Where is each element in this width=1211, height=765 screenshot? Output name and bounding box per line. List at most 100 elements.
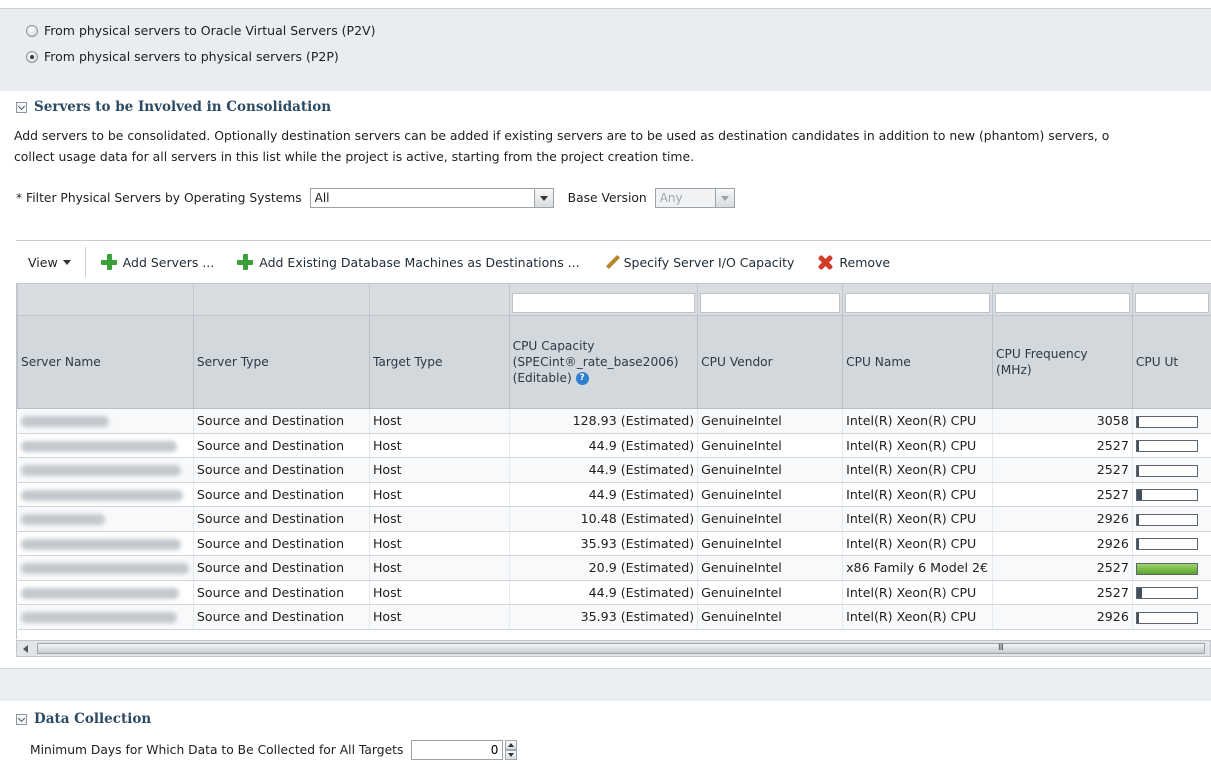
cpu-capacity-header-line-2: (SPECint®_rate_base2006) [512,355,679,369]
filter-cell [368,283,510,316]
min-days-row: Minimum Days for Which Data to Be Collec… [30,740,518,760]
cpu-util-bar-fill [1136,612,1139,623]
cpu-vendor-cell: GenuineIntel [697,555,844,581]
table-row[interactable]: Source and Destination Host 10.48 (Estimat… [17,506,1211,532]
add-servers-button[interactable]: Add Servers ... [100,253,215,271]
cpu-capacity-cell: 44.9 (Estimated) [509,457,699,483]
horizontal-scrollbar[interactable]: III [16,640,1211,657]
cpu-util-bar [1135,513,1198,526]
p2v-option[interactable]: From physical servers to Oracle Virtual … [26,23,375,38]
table-row[interactable]: Source and Destination Host 20.9 (Estimate… [17,555,1211,581]
specify-io-capacity-button[interactable]: Specify Server I/O Capacity [602,253,795,271]
cpu-frequency-cell: 2527 [992,482,1133,507]
chevron-down-icon[interactable] [533,189,553,207]
view-menu[interactable]: View [16,247,86,277]
base-version-value: Any [659,191,683,205]
p2v-radio[interactable] [26,24,38,37]
util-filter-input[interactable] [1134,292,1209,313]
min-days-label: Minimum Days for Which Data to Be Collec… [30,743,404,757]
target-type-cell: Host [369,433,510,458]
section-divider [0,668,1211,701]
redacted-server-name [20,465,181,477]
chevron-down-icon[interactable] [714,189,734,207]
cpu-util-bar-fill [1136,416,1139,427]
cpu-name-cell: Intel(R) Xeon(R) CPU [842,457,994,483]
conversion-options-panel: From physical servers to Oracle Virtual … [0,8,1211,91]
column-header-target-type[interactable]: Target Type [368,315,510,409]
cpu-frequency-header-line-1: CPU Frequency [996,347,1088,361]
server-name-cell [17,482,194,507]
column-header-cpu-frequency[interactable]: CPU Frequency (MHz) [992,315,1133,409]
cpu-name-cell: x86 Family 6 Model 2€ [842,555,994,581]
cpu-frequency-cell: 2527 [992,433,1133,458]
column-header-cpu-util[interactable]: CPU Ut [1131,315,1211,409]
collapse-icon[interactable] [16,713,27,725]
cpu-capacity-header-line-1: CPU Capacity [512,339,595,353]
filter-cell [697,283,844,316]
server-name-cell [17,408,194,434]
p2p-option[interactable]: From physical servers to physical server… [26,49,339,64]
servers-section-header[interactable]: Servers to be Involved in Consolidation [16,99,331,115]
collapse-icon[interactable] [16,101,27,113]
os-filter-row: * Filter Physical Servers by Operating S… [16,186,735,210]
server-type-cell: Source and Destination [193,580,370,605]
target-type-cell: Host [369,506,510,532]
cpu-util-bar [1135,464,1198,477]
server-name-cell [17,433,194,458]
data-collection-header[interactable]: Data Collection [16,711,151,727]
table-row[interactable]: Source and Destination Host 44.9 (Estimate… [17,433,1211,458]
remove-button[interactable]: Remove [816,253,890,271]
column-header-cpu-name[interactable]: CPU Name [842,315,994,409]
add-existing-machines-button[interactable]: Add Existing Database Machines as Destin… [236,253,580,271]
filter-row [17,283,1211,316]
os-filter-select[interactable]: All [309,188,554,208]
add-icon [100,253,118,271]
server-name-cell [17,555,194,581]
column-header-server-type[interactable]: Server Type [192,315,370,409]
cpu-capacity-cell: 44.9 (Estimated) [509,433,699,458]
cpu-frequency-header-line-2: (MHz) [996,363,1032,377]
capacity-filter-input[interactable] [511,292,696,313]
spin-down-icon[interactable] [505,750,518,760]
table-row[interactable]: Source and Destination Host 44.9 (Estimate… [17,482,1211,507]
cpu-vendor-cell: GenuineIntel [697,457,844,483]
cpu-util-bar-fill [1136,490,1142,501]
p2p-radio[interactable] [26,50,38,63]
cpu-util-bar-fill [1136,441,1139,452]
table-row[interactable]: Source and Destination Host 35.93 (Estimat… [17,531,1211,556]
column-header-cpu-vendor[interactable]: CPU Vendor [697,315,844,409]
servers-section-title: Servers to be Involved in Consolidation [34,99,332,115]
base-version-select[interactable]: Any [654,188,735,208]
min-days-input[interactable] [411,740,504,760]
spin-up-icon[interactable] [505,740,518,750]
help-icon[interactable]: ? [575,372,589,385]
scroll-left-arrow-icon[interactable] [20,643,32,654]
p2p-label: From physical servers to physical server… [44,49,339,64]
column-header-server-name[interactable]: Server Name [17,315,194,409]
target-type-cell: Host [369,604,510,630]
scroll-thumb[interactable]: III [37,643,1205,654]
vendor-filter-input[interactable] [700,292,841,313]
cpu-util-bar [1135,415,1198,428]
cpu-util-bar [1135,538,1198,551]
servers-description-line-1: Add servers to be consolidated. Optional… [14,128,1110,143]
cpu-name-filter-input[interactable] [845,292,991,313]
cpu-vendor-cell: GenuineIntel [697,580,844,605]
table-row[interactable]: Source and Destination Host 35.93 (Estimat… [17,604,1211,630]
frequency-filter-input[interactable] [995,292,1130,313]
cpu-util-cell [1132,433,1211,458]
target-type-cell: Host [369,555,510,581]
redacted-server-name [20,612,177,624]
cpu-util-cell [1132,555,1211,581]
min-days-spinner[interactable] [505,740,518,760]
cpu-frequency-cell: 2527 [992,580,1133,605]
server-type-cell: Source and Destination [193,531,370,556]
table-row[interactable]: Source and Destination Host 128.93 (Estima… [17,408,1211,434]
column-header-cpu-capacity[interactable]: CPU Capacity (SPECint®_rate_base2006) (E… [508,315,699,409]
add-servers-label: Add Servers ... [122,254,215,270]
server-name-cell [17,531,194,556]
cpu-frequency-cell: 2527 [992,555,1133,581]
target-type-cell: Host [369,482,510,507]
table-row[interactable]: Source and Destination Host 44.9 (Estimate… [17,580,1211,605]
table-row[interactable]: Source and Destination Host 44.9 (Estimate… [17,457,1211,483]
